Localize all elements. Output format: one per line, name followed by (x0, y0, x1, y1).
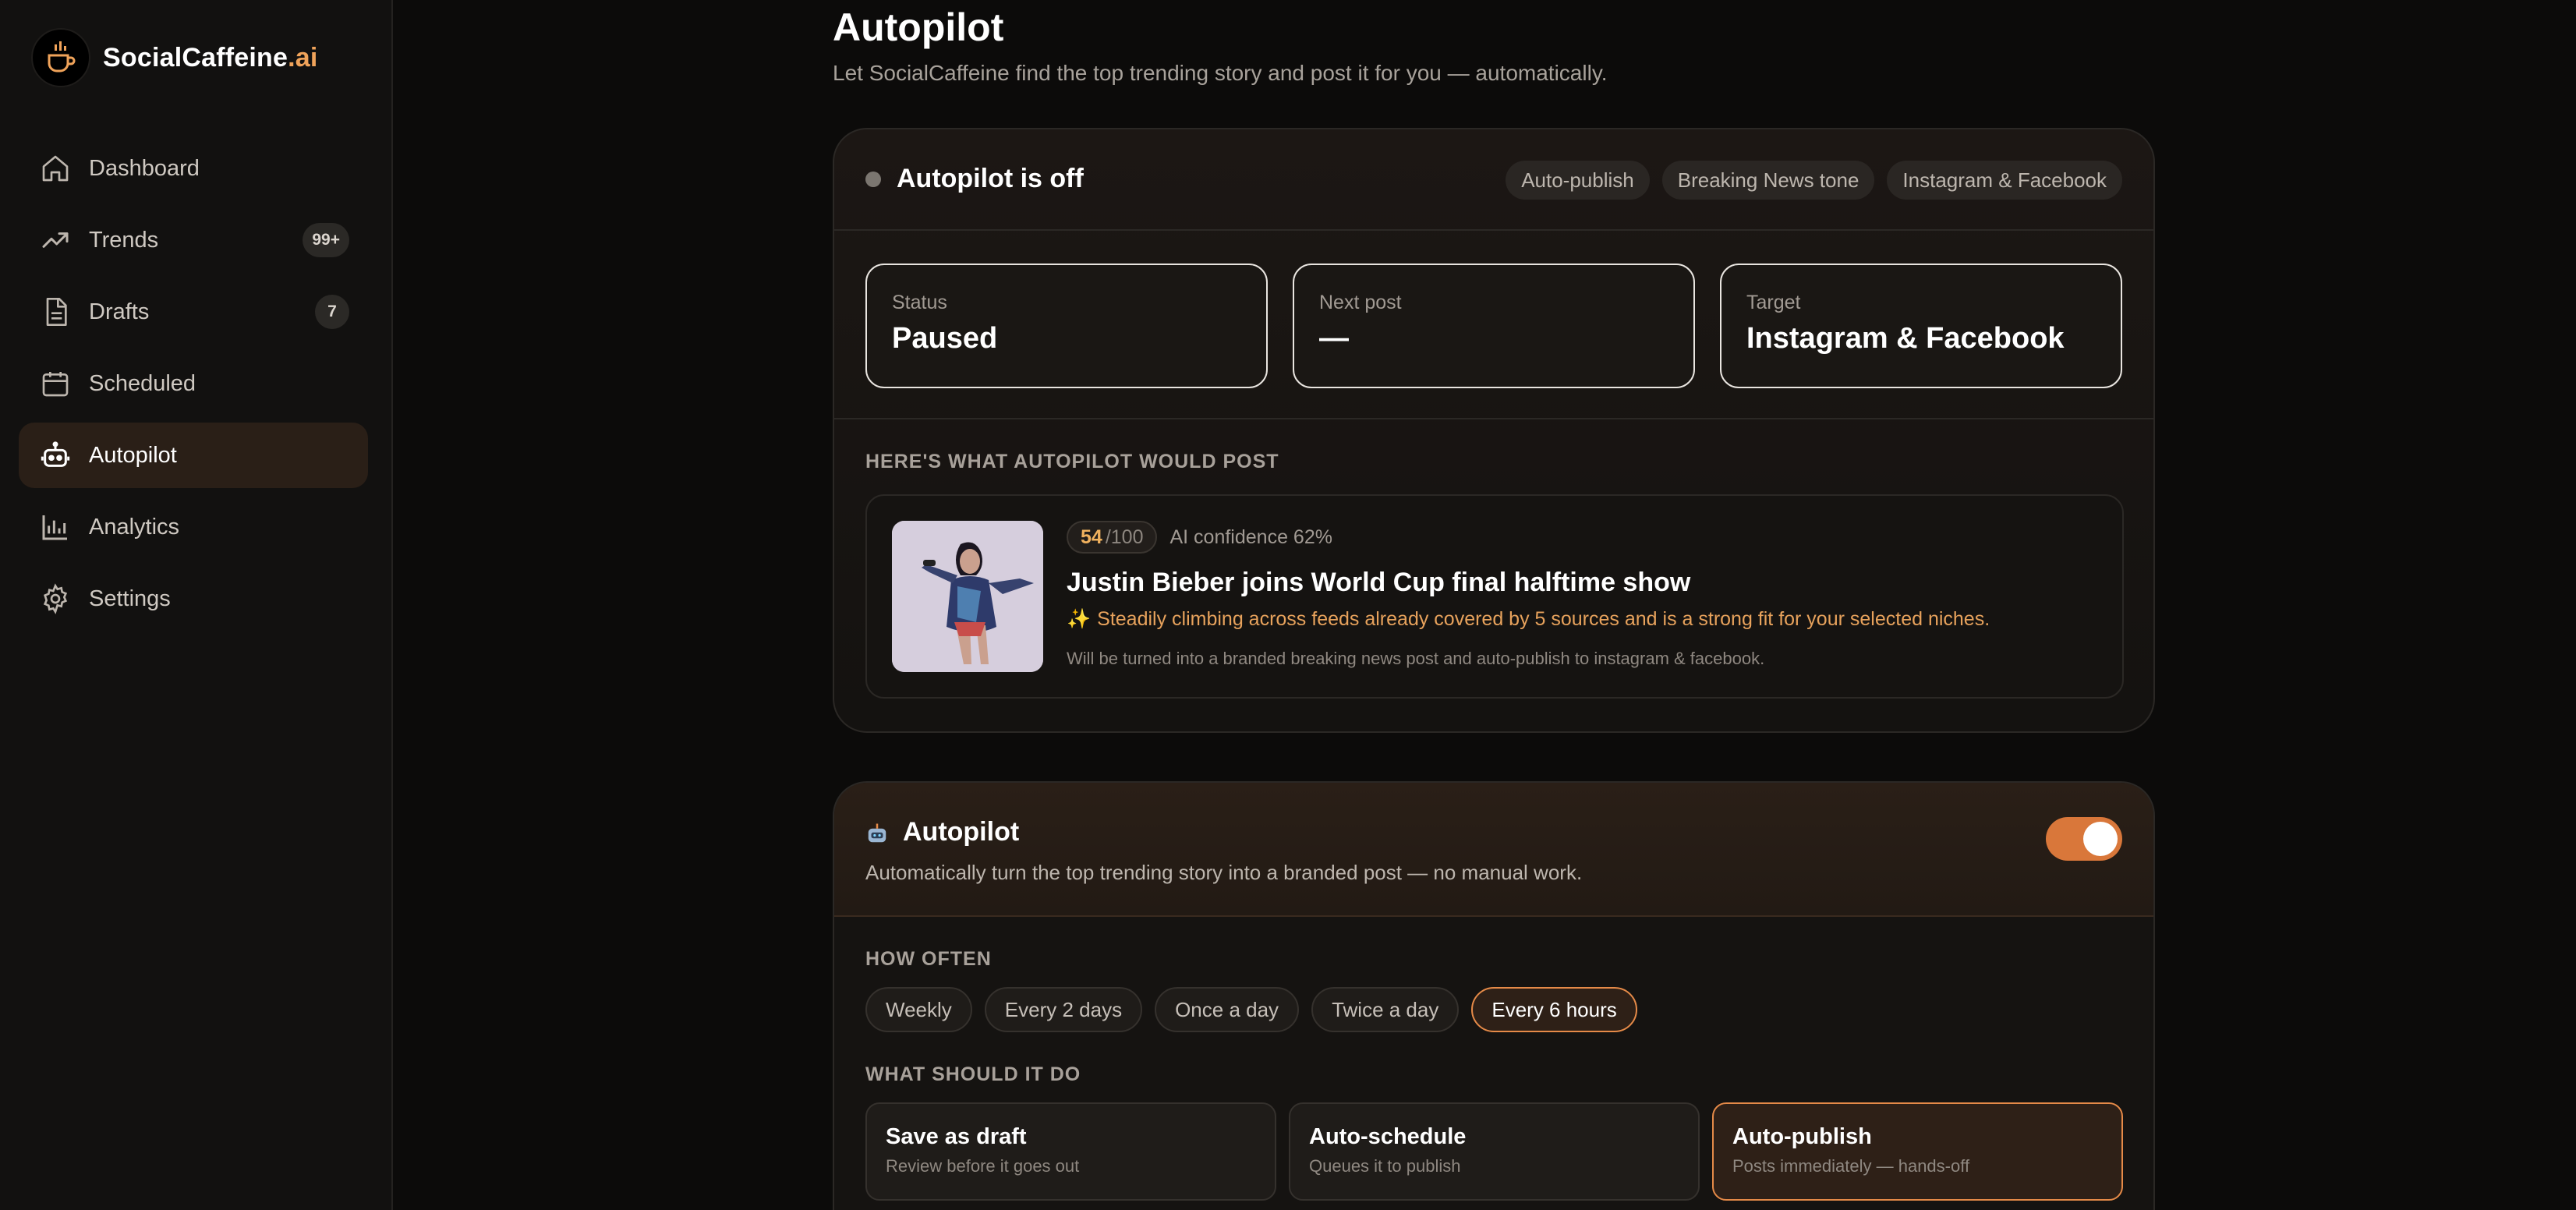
calendar-icon (39, 367, 72, 400)
action-subtitle: Posts immediately — hands-off (1732, 1156, 1970, 1176)
action-save-as-draft[interactable]: Save as draft Review before it goes out (865, 1102, 1276, 1201)
action-title: Auto-schedule (1309, 1124, 1467, 1149)
frequency-every-6-hours[interactable]: Every 6 hours (1471, 987, 1637, 1032)
status-dot-icon (865, 172, 881, 187)
brand[interactable]: SocialCaffeine.ai (31, 28, 318, 87)
count-badge: 7 (315, 295, 349, 329)
how-often-caption: HOW OFTEN (865, 948, 992, 970)
frequency-once-a-day[interactable]: Once a day (1155, 987, 1300, 1032)
count-badge: 99+ (303, 223, 349, 257)
story-reason: ✨ Steadily climbing across feeds already … (1067, 608, 1990, 630)
sidebar-item-settings[interactable]: Settings (19, 566, 368, 632)
sidebar-item-autopilot[interactable]: Autopilot (19, 423, 368, 488)
sidebar-item-trends[interactable]: Trends 99+ (19, 207, 368, 273)
frequency-options: Weekly Every 2 days Once a day Twice a d… (865, 987, 1637, 1032)
action-options: Save as draft Review before it goes out … (865, 1102, 2123, 1201)
preview-caption: HERE'S WHAT AUTOPILOT WOULD POST (865, 451, 1279, 472)
story-thumbnail (892, 521, 1043, 672)
stat-value: Instagram & Facebook (1746, 322, 2065, 355)
sidebar: SocialCaffeine.ai Dashboard Trends 99+ D… (0, 0, 393, 1210)
home-icon (39, 152, 72, 185)
action-title: Auto-publish (1732, 1124, 1872, 1149)
stat-target: Target Instagram & Facebook (1720, 264, 2122, 388)
action-title: Save as draft (886, 1124, 1027, 1149)
frequency-twice-a-day[interactable]: Twice a day (1311, 987, 1460, 1032)
robot-icon (865, 822, 889, 845)
story-headline: Justin Bieber joins World Cup final half… (1067, 568, 1691, 597)
trend-icon (39, 224, 72, 257)
action-auto-publish[interactable]: Auto-publish Posts immediately — hands-o… (1712, 1102, 2123, 1201)
sidebar-nav: Dashboard Trends 99+ Drafts 7 Scheduled (19, 136, 368, 638)
divider (834, 418, 2153, 419)
stat-next-post: Next post — (1293, 264, 1695, 388)
stat-value: — (1319, 322, 1349, 355)
settings-subtitle: Automatically turn the top trending stor… (865, 861, 1583, 884)
what-should-it-do-caption: WHAT SHOULD IT DO (865, 1063, 1081, 1085)
post-preview[interactable]: 54/100 AI confidence 62% Justin Bieber j… (865, 494, 2124, 699)
sidebar-item-label: Autopilot (89, 442, 177, 468)
stat-value: Paused (892, 322, 998, 355)
autopilot-toggle[interactable] (2046, 817, 2122, 861)
frequency-weekly[interactable]: Weekly (865, 987, 972, 1032)
stat-label: Status (892, 292, 947, 313)
stat-label: Next post (1319, 292, 1402, 313)
page-title: Autopilot (833, 5, 1004, 49)
status-card-header: Autopilot is off Auto-publish Breaking N… (834, 129, 2153, 231)
autopilot-status-card: Autopilot is off Auto-publish Breaking N… (833, 128, 2155, 733)
status-tags: Auto-publish Breaking News tone Instagra… (1506, 161, 2122, 200)
brand-name: SocialCaffeine.ai (103, 42, 318, 73)
status-tag: Breaking News tone (1661, 161, 1875, 200)
coffee-cup-logo-icon (31, 28, 90, 87)
sidebar-item-drafts[interactable]: Drafts 7 (19, 279, 368, 345)
page-subtitle: Let SocialCaffeine find the top trending… (833, 61, 1608, 85)
bar-chart-icon (39, 511, 72, 543)
settings-title: Autopilot (903, 817, 1020, 847)
autopilot-settings-card: Autopilot Automatically turn the top tre… (833, 781, 2155, 1210)
sidebar-item-label: Trends (89, 227, 159, 253)
sidebar-item-label: Analytics (89, 514, 180, 540)
sidebar-item-scheduled[interactable]: Scheduled (19, 351, 368, 416)
status-stats: Status Paused Next post — Target Instagr… (865, 264, 2122, 388)
stat-status: Status Paused (865, 264, 1268, 388)
robot-icon (39, 439, 72, 472)
sparkles-icon: ✨ (1067, 608, 1092, 630)
frequency-every-2-days[interactable]: Every 2 days (984, 987, 1143, 1032)
toggle-knob (2083, 822, 2118, 856)
sidebar-item-analytics[interactable]: Analytics (19, 494, 368, 560)
sidebar-item-label: Drafts (89, 299, 150, 324)
action-auto-schedule[interactable]: Auto-schedule Queues it to publish (1289, 1102, 1700, 1201)
gear-icon (39, 582, 72, 615)
story-note: Will be turned into a branded breaking n… (1067, 649, 1765, 668)
sidebar-item-dashboard[interactable]: Dashboard (19, 136, 368, 201)
score-badge: 54/100 (1067, 521, 1158, 554)
ai-confidence: AI confidence 62% (1169, 525, 1332, 548)
settings-card-header: Autopilot Automatically turn the top tre… (834, 783, 2153, 917)
sidebar-item-label: Settings (89, 586, 171, 611)
status-title: Autopilot is off (897, 164, 1084, 193)
document-icon (39, 295, 72, 328)
sidebar-item-label: Scheduled (89, 370, 196, 396)
action-subtitle: Review before it goes out (886, 1156, 1080, 1176)
stat-label: Target (1746, 292, 1801, 313)
action-subtitle: Queues it to publish (1309, 1156, 1461, 1176)
score-row: 54/100 AI confidence 62% (1067, 521, 1332, 554)
status-tag: Instagram & Facebook (1887, 161, 2122, 200)
status-tag: Auto-publish (1506, 161, 1650, 200)
sidebar-item-label: Dashboard (89, 155, 200, 181)
